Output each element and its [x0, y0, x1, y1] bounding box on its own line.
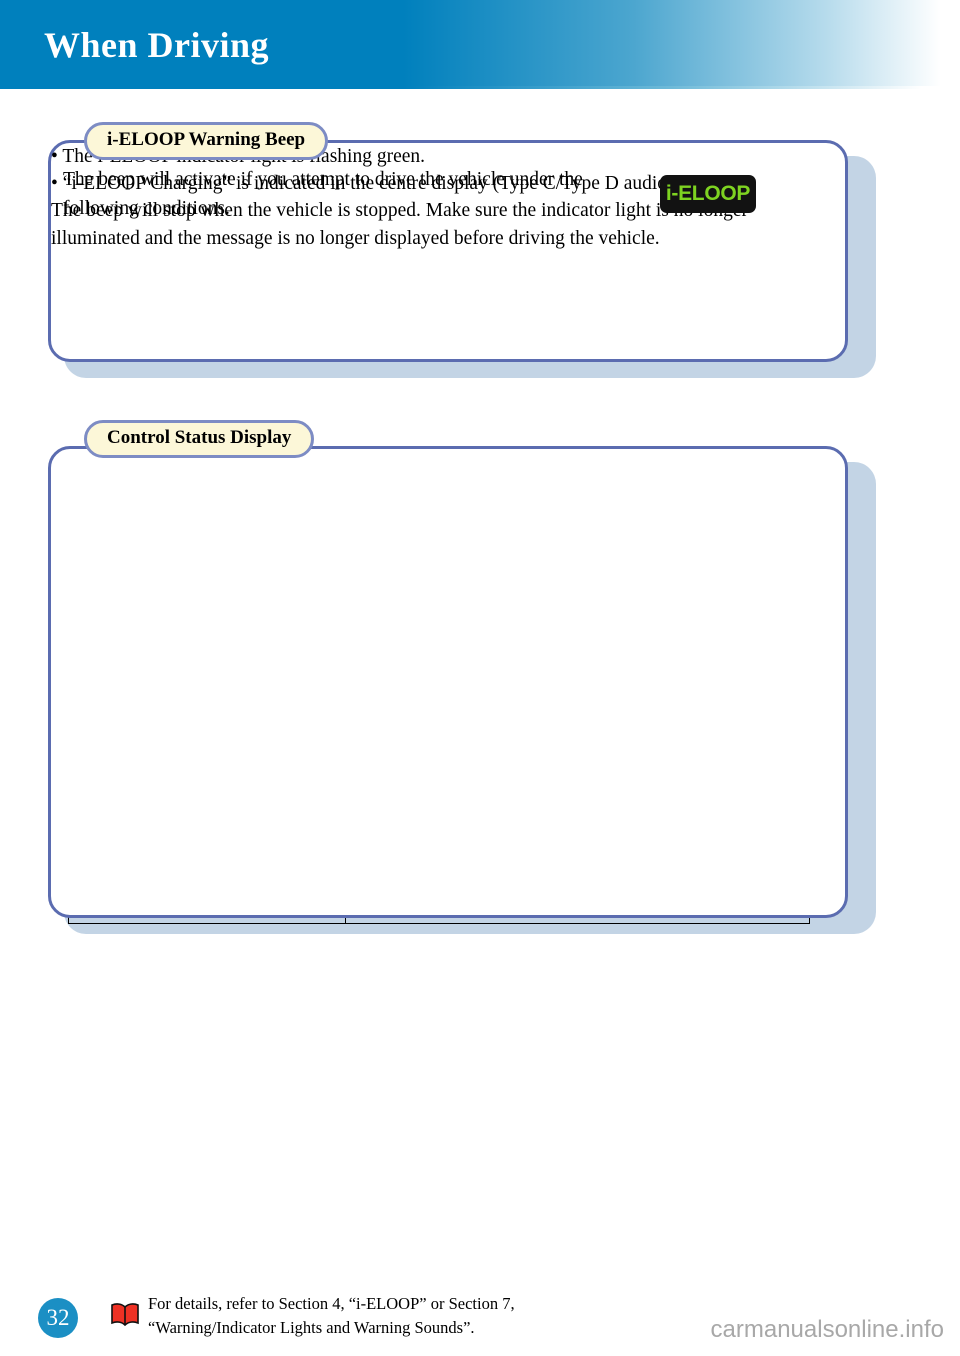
page-number-badge: 32	[38, 1298, 78, 1338]
warning-beep-box-title: i-ELOOP Warning Beep	[84, 122, 329, 160]
warning-beep-paragraph-1: The beep will activate if you attempt to…	[63, 169, 583, 219]
site-watermark: carmanualsonline.info	[710, 1316, 944, 1343]
control-status-box-title: Control Status Display	[84, 420, 315, 458]
ieloop-indicator-badge: i-ELOOP	[660, 175, 756, 213]
header-underline	[0, 86, 960, 89]
control-status-box	[48, 446, 848, 918]
ieloop-badge-label: i-ELOOP	[665, 182, 751, 205]
warning-beep-box: The beep will activate if you attempt to…	[48, 140, 848, 362]
book-icon	[111, 1303, 139, 1327]
footer-reference-text: For details, refer to Section 4, “i-ELOO…	[148, 1292, 515, 1340]
page-title: When Driving	[44, 25, 270, 65]
footer-line-1: For details, refer to Section 4, “i-ELOO…	[148, 1294, 515, 1313]
footer-line-2: “Warning/Indicator Lights and Warning So…	[148, 1318, 475, 1337]
